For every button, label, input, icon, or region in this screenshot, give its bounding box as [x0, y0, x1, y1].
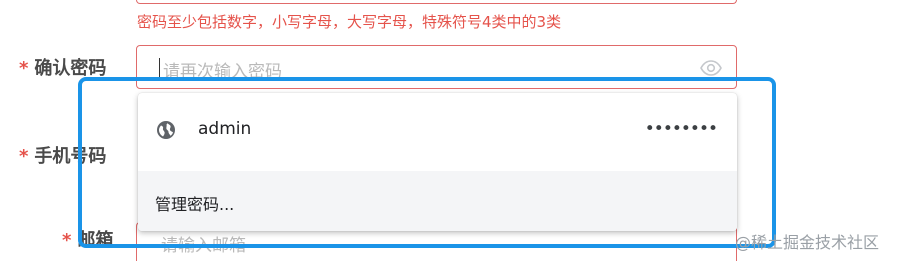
phone-label-text: 手机号码	[34, 146, 107, 167]
required-mark: *	[62, 230, 72, 251]
required-mark: *	[19, 146, 29, 167]
phone-label: * 手机号码	[19, 142, 106, 168]
email-placeholder: 请输入邮箱	[161, 236, 246, 256]
watermark: @稀土掘金技术社区	[735, 233, 880, 252]
password-input[interactable]	[136, 0, 737, 4]
email-label: * 邮箱	[62, 226, 113, 252]
confirm-password-label-text: 确认密码	[34, 58, 107, 79]
manage-passwords-label: 管理密码...	[155, 195, 235, 214]
globe-icon	[156, 120, 176, 144]
required-mark: *	[19, 58, 29, 79]
password-error-message: 密码至少包括数字，小写字母，大写字母，特殊符号4类中的3类	[137, 13, 562, 31]
saved-credential-item[interactable]: admin ••••••••	[138, 93, 737, 169]
confirm-password-placeholder: 请再次输入密码	[163, 62, 282, 82]
confirm-password-input[interactable]: 请再次输入密码	[136, 45, 737, 89]
email-label-text: 邮箱	[77, 230, 114, 251]
saved-username: admin	[198, 119, 252, 139]
saved-password-mask: ••••••••	[644, 119, 718, 139]
text-caret	[159, 58, 160, 77]
confirm-password-label: * 确认密码	[19, 54, 106, 80]
eye-icon[interactable]	[700, 60, 722, 80]
manage-passwords-button[interactable]: 管理密码...	[138, 171, 737, 231]
password-autofill-dropdown: admin •••••••• 管理密码...	[138, 93, 737, 231]
